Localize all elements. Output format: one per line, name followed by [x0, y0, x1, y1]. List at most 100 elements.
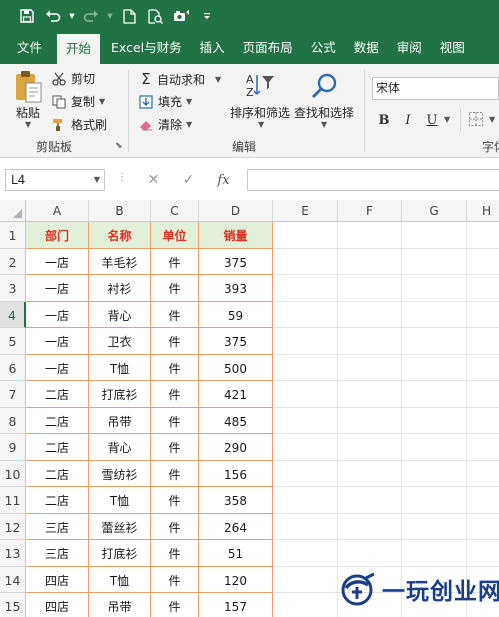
table-cell[interactable]	[338, 487, 402, 514]
table-cell[interactable]: 156	[199, 460, 273, 487]
table-cell[interactable]: 二店	[26, 407, 89, 434]
table-cell[interactable]	[273, 487, 338, 514]
formula-input[interactable]	[247, 169, 499, 191]
table-cell[interactable]	[338, 301, 402, 328]
table-cell[interactable]: 四店	[26, 566, 89, 593]
table-cell[interactable]: T恤	[89, 566, 151, 593]
table-cell[interactable]: 件	[151, 407, 199, 434]
table-cell[interactable]	[338, 513, 402, 540]
undo-icon[interactable]	[40, 0, 66, 32]
table-cell[interactable]: 二店	[26, 460, 89, 487]
table-header-cell[interactable]: 部门	[26, 222, 89, 249]
table-cell[interactable]: 51	[199, 540, 273, 567]
borders-icon[interactable]	[468, 111, 484, 127]
table-cell[interactable]: 三店	[26, 540, 89, 567]
table-cell[interactable]	[467, 434, 499, 461]
sort-filter-button[interactable]: 排序和筛选	[230, 104, 290, 121]
autosum-dropdown-icon[interactable]: ▼	[215, 75, 221, 84]
table-cell[interactable]	[467, 514, 499, 540]
find-select-dropdown-icon[interactable]: ▼	[321, 120, 327, 129]
table-cell[interactable]	[467, 408, 499, 434]
tab-data[interactable]: 数据	[345, 32, 388, 64]
table-cell[interactable]: 二店	[26, 434, 89, 461]
table-cell[interactable]: 件	[151, 460, 199, 487]
save-icon[interactable]	[14, 0, 40, 32]
enter-icon[interactable]: ✓	[171, 172, 206, 188]
find-select-button[interactable]: 查找和选择	[294, 104, 354, 121]
table-cell[interactable]	[338, 248, 402, 275]
table-cell[interactable]: 件	[151, 487, 199, 514]
clipboard-icon[interactable]	[14, 70, 44, 104]
table-cell[interactable]: 件	[151, 593, 199, 617]
tab-insert[interactable]: 插入	[191, 32, 234, 64]
table-cell[interactable]: 衬衫	[89, 275, 151, 302]
row-header[interactable]: 15	[0, 593, 26, 617]
table-cell[interactable]	[467, 249, 499, 275]
table-cell[interactable]	[402, 275, 467, 302]
table-cell[interactable]	[467, 328, 499, 355]
copy-button[interactable]: 复制 ▼	[52, 93, 105, 110]
table-cell[interactable]	[402, 381, 467, 408]
bold-button[interactable]: B	[374, 110, 394, 130]
name-box-dropdown-icon[interactable]: ▼	[94, 170, 100, 190]
table-cell[interactable]	[273, 248, 338, 275]
table-cell[interactable]: 件	[151, 248, 199, 275]
table-header-cell[interactable]: 销量	[199, 222, 273, 249]
table-cell[interactable]	[402, 487, 467, 514]
table-cell[interactable]: 件	[151, 275, 199, 302]
table-cell[interactable]: 500	[199, 354, 273, 381]
table-cell[interactable]: 件	[151, 513, 199, 540]
table-cell[interactable]	[402, 513, 467, 540]
table-cell[interactable]: 375	[199, 328, 273, 355]
table-cell[interactable]	[402, 407, 467, 434]
tab-page-layout[interactable]: 页面布局	[234, 32, 302, 64]
column-header[interactable]: A	[26, 200, 89, 222]
table-cell[interactable]: 件	[151, 540, 199, 567]
table-cell[interactable]	[338, 354, 402, 381]
table-cell[interactable]: 蕾丝衫	[89, 513, 151, 540]
table-cell[interactable]	[467, 540, 499, 567]
row-header[interactable]: 8	[0, 407, 26, 434]
table-cell[interactable]	[338, 434, 402, 461]
column-header[interactable]: C	[151, 200, 199, 222]
row-header[interactable]: 12	[0, 513, 26, 540]
table-cell[interactable]: 件	[151, 434, 199, 461]
table-cell[interactable]: 四店	[26, 593, 89, 617]
table-cell[interactable]: 件	[151, 301, 199, 328]
print-preview-icon[interactable]	[142, 0, 168, 32]
italic-button[interactable]: I	[398, 110, 418, 130]
table-cell[interactable]: 卫衣	[89, 328, 151, 355]
autosum-button[interactable]: Σ 自动求和 ▼	[139, 70, 221, 88]
table-cell[interactable]	[338, 222, 402, 249]
table-cell[interactable]	[338, 328, 402, 355]
magnifier-icon[interactable]	[310, 71, 340, 101]
table-cell[interactable]	[402, 460, 467, 487]
tab-review[interactable]: 审阅	[388, 32, 431, 64]
table-cell[interactable]	[402, 301, 467, 328]
clear-dropdown-icon[interactable]: ▼	[186, 120, 192, 129]
table-cell[interactable]	[402, 434, 467, 461]
table-cell[interactable]	[273, 513, 338, 540]
row-header[interactable]: 10	[0, 460, 26, 487]
table-cell[interactable]: 件	[151, 566, 199, 593]
undo-dropdown-icon[interactable]: ▼	[66, 0, 78, 32]
fill-dropdown-icon[interactable]: ▼	[186, 97, 192, 106]
table-cell[interactable]: 一店	[26, 275, 89, 302]
table-cell[interactable]	[467, 275, 499, 302]
tab-formulas[interactable]: 公式	[302, 32, 345, 64]
paste-button[interactable]: 粘贴	[16, 104, 40, 121]
table-cell[interactable]	[273, 540, 338, 567]
column-header[interactable]: H	[467, 200, 499, 222]
clear-button[interactable]: 清除 ▼	[139, 116, 192, 133]
column-header[interactable]: G	[402, 200, 467, 222]
table-cell[interactable]: 120	[199, 566, 273, 593]
select-all-corner[interactable]	[0, 200, 26, 222]
copy-dropdown-icon[interactable]: ▼	[99, 97, 105, 106]
format-painter-button[interactable]: 格式刷	[52, 116, 107, 133]
table-cell[interactable]	[273, 381, 338, 408]
row-header[interactable]: 13	[0, 540, 26, 567]
table-cell[interactable]	[338, 381, 402, 408]
table-cell[interactable]	[402, 540, 467, 567]
column-header[interactable]: D	[199, 200, 273, 222]
cancel-icon[interactable]: ✕	[136, 172, 171, 188]
